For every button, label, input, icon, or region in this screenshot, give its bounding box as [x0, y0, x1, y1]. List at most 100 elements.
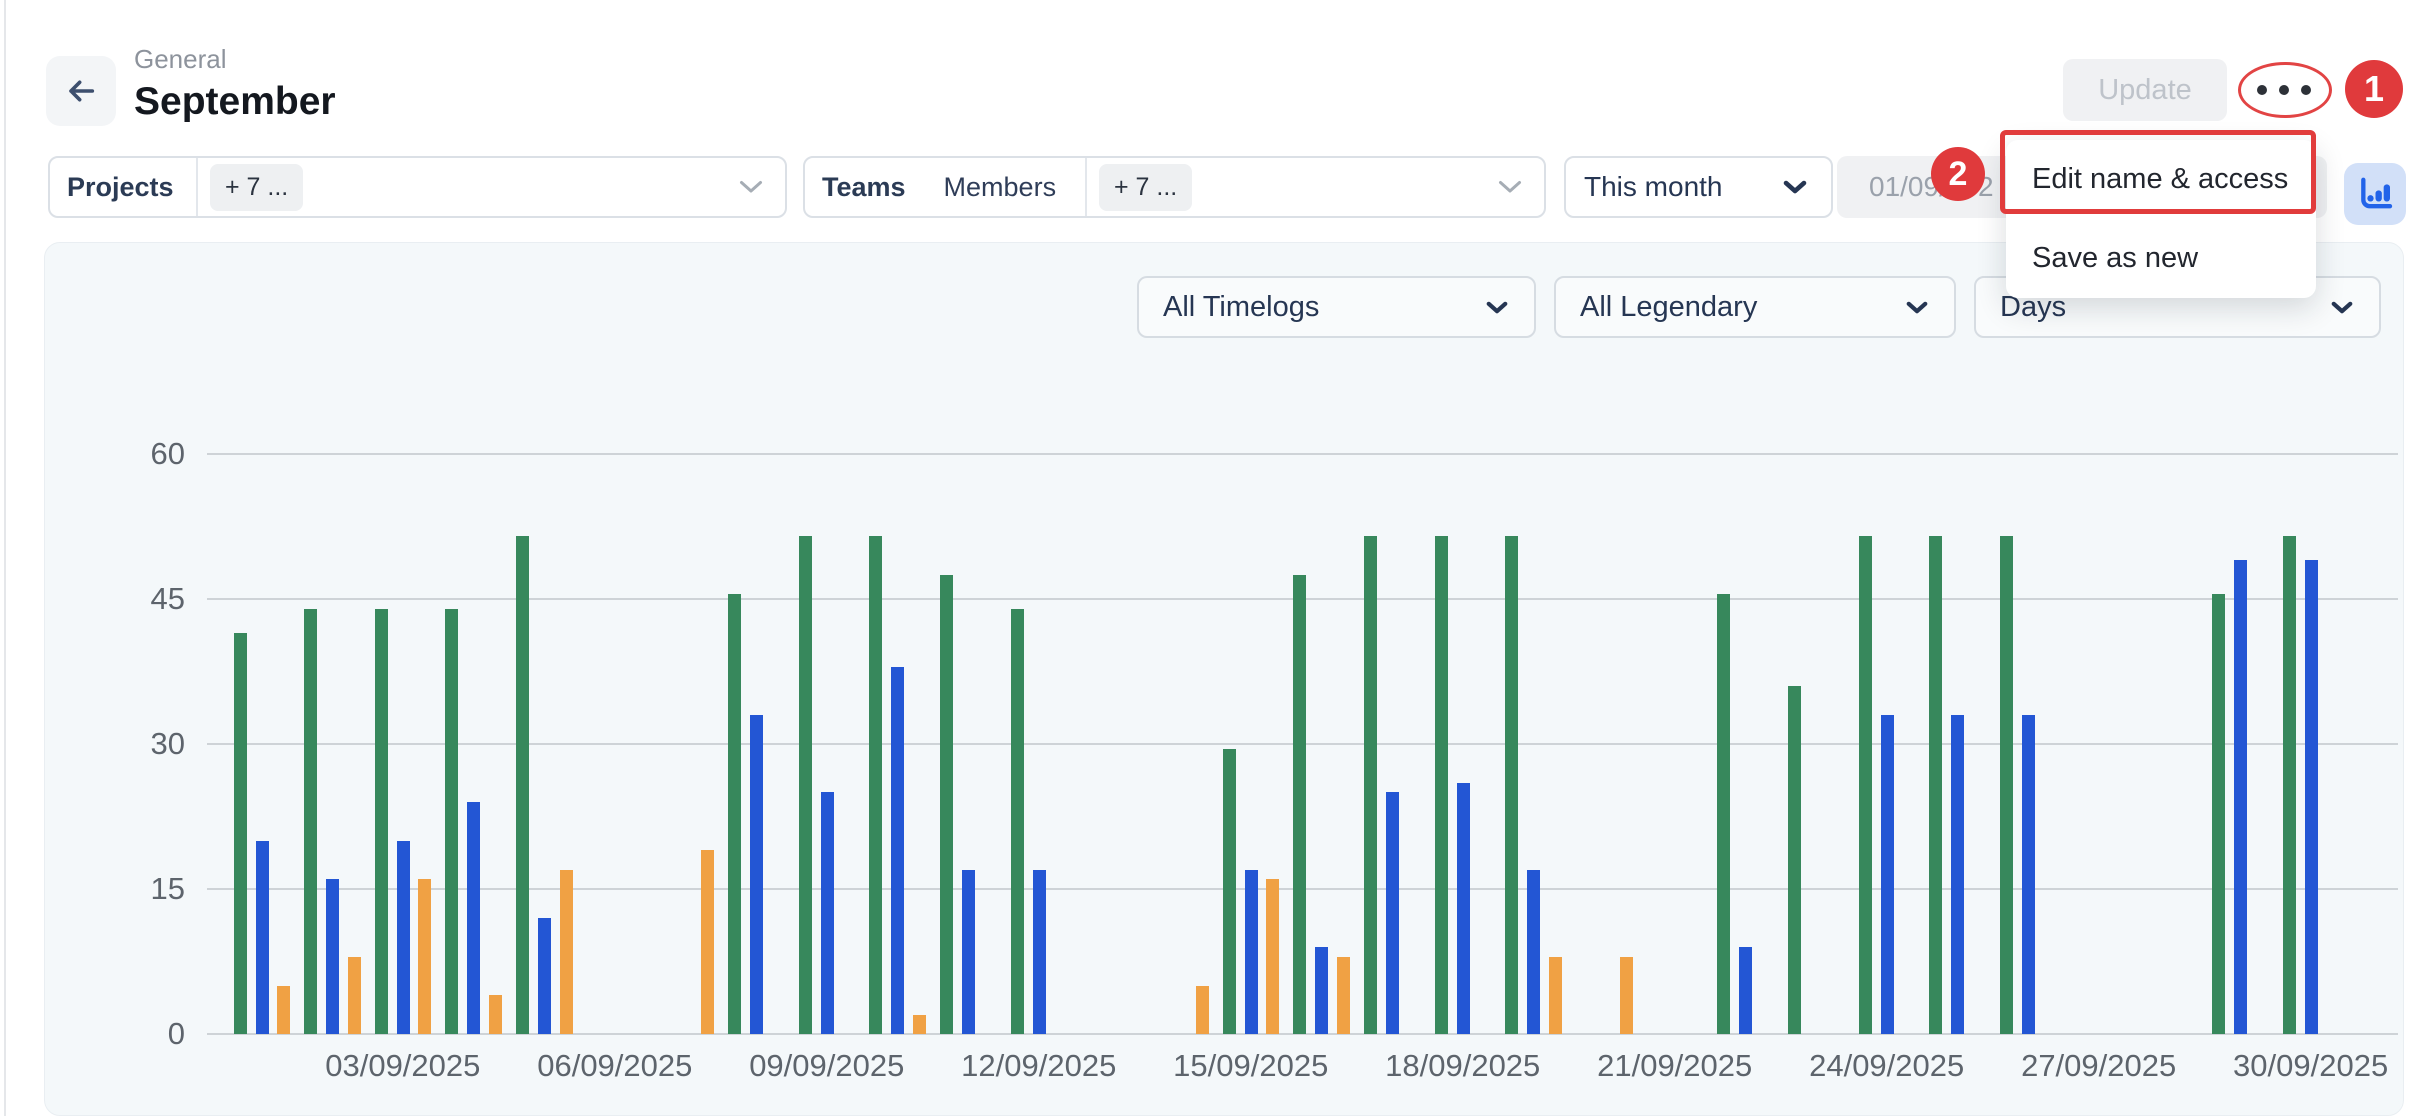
bar-blue-day-29 — [2234, 560, 2247, 1034]
bar-green-day-9 — [799, 536, 812, 1034]
chevron-down-icon — [2331, 301, 2353, 314]
bar-blue-day-2 — [326, 879, 339, 1034]
bar-blue-day-26 — [2022, 715, 2035, 1034]
plot-area: 01530456003/09/202506/09/202509/09/20251… — [207, 454, 2398, 1034]
legendary-value: All Legendary — [1580, 291, 1757, 324]
bar-green-day-3 — [375, 609, 388, 1034]
bar-blue-day-11 — [962, 870, 975, 1034]
x-axis-tick-label: 06/09/2025 — [537, 1048, 692, 1084]
field-divider — [196, 158, 198, 216]
bar-blue-day-30 — [2305, 560, 2318, 1034]
bar-orange-day-10 — [913, 1015, 926, 1034]
y-axis-tick-label: 60 — [151, 436, 185, 472]
bar-green-day-15 — [1223, 749, 1236, 1034]
teams-filter-select[interactable]: Teams Members + 7 ... — [803, 156, 1546, 218]
bar-green-day-23 — [1788, 686, 1801, 1034]
bar-green-day-1 — [234, 633, 247, 1034]
back-button[interactable] — [46, 56, 116, 126]
bar-green-day-17 — [1364, 536, 1377, 1034]
bar-green-day-4 — [445, 609, 458, 1034]
field-divider — [1085, 158, 1087, 216]
context-menu: Edit name & access Save as new — [2006, 140, 2316, 298]
chevron-down-icon — [1498, 180, 1522, 194]
x-axis-tick-label: 21/09/2025 — [1597, 1048, 1752, 1084]
teams-filter-label: Teams — [822, 172, 906, 203]
chevron-down-icon — [1906, 301, 1928, 314]
bar-orange-day-3 — [418, 879, 431, 1034]
bar-blue-day-15 — [1245, 870, 1258, 1034]
breadcrumb: General — [134, 44, 227, 75]
bar-orange-day-5 — [560, 870, 573, 1034]
ellipsis-icon — [2279, 85, 2289, 95]
annotation-step-badge-2: 2 — [1931, 147, 1985, 201]
bar-blue-day-24 — [1881, 715, 1894, 1034]
bar-green-day-26 — [2000, 536, 2013, 1034]
timelog-type-select[interactable]: All Timelogs — [1137, 276, 1536, 338]
bar-orange-day-14 — [1196, 986, 1209, 1034]
x-axis-tick-label: 24/09/2025 — [1809, 1048, 1964, 1084]
x-axis-tick-label: 09/09/2025 — [749, 1048, 904, 1084]
update-button[interactable]: Update — [2063, 59, 2227, 121]
bar-green-day-25 — [1929, 536, 1942, 1034]
chevron-down-icon — [1486, 301, 1508, 314]
annotation-step-badge-1: 1 — [2345, 60, 2403, 118]
bar-blue-day-3 — [397, 841, 410, 1034]
bar-blue-day-25 — [1951, 715, 1964, 1034]
bar-green-day-22 — [1717, 594, 1730, 1034]
bar-blue-day-18 — [1457, 783, 1470, 1034]
bar-blue-day-12 — [1033, 870, 1046, 1034]
bar-blue-day-9 — [821, 792, 834, 1034]
chevron-down-icon — [739, 180, 763, 194]
bar-chart-icon — [2355, 174, 2395, 214]
bar-blue-day-5 — [538, 918, 551, 1034]
bar-orange-day-7 — [701, 850, 714, 1034]
gridline-60 — [207, 453, 2398, 455]
x-axis-tick-label: 30/09/2025 — [2233, 1048, 2388, 1084]
bar-blue-day-1 — [256, 841, 269, 1034]
bar-blue-day-10 — [891, 667, 904, 1034]
bar-blue-day-16 — [1315, 947, 1328, 1034]
teams-members-label: Members — [944, 172, 1057, 203]
bar-orange-day-1 — [277, 986, 290, 1034]
ellipsis-icon — [2257, 85, 2267, 95]
menu-item-save-as-new[interactable]: Save as new — [2006, 219, 2316, 298]
bar-green-day-10 — [869, 536, 882, 1034]
teams-more-chip: + 7 ... — [1099, 164, 1192, 211]
y-axis-tick-label: 45 — [151, 581, 185, 617]
x-axis-tick-label: 12/09/2025 — [961, 1048, 1116, 1084]
chevron-down-icon — [1783, 180, 1807, 194]
bar-orange-day-16 — [1337, 957, 1350, 1034]
bar-green-day-8 — [728, 594, 741, 1034]
page-title: September — [134, 80, 336, 124]
projects-filter-select[interactable]: Projects + 7 ... — [48, 156, 787, 218]
bar-blue-day-17 — [1386, 792, 1399, 1034]
projects-more-chip: + 7 ... — [210, 164, 303, 211]
bar-orange-day-20 — [1620, 957, 1633, 1034]
bar-green-day-12 — [1011, 609, 1024, 1034]
bar-orange-day-19 — [1549, 957, 1562, 1034]
bar-green-day-24 — [1859, 536, 1872, 1034]
bar-blue-day-19 — [1527, 870, 1540, 1034]
timelog-type-value: All Timelogs — [1163, 291, 1319, 324]
bar-blue-day-8 — [750, 715, 763, 1034]
date-preset-value: This month — [1584, 171, 1723, 203]
projects-filter-label: Projects — [67, 172, 174, 203]
bar-green-day-2 — [304, 609, 317, 1034]
chart-view-toggle-button[interactable] — [2344, 163, 2406, 225]
arrow-left-icon — [63, 75, 99, 107]
window-edge-line — [4, 0, 6, 1116]
ellipsis-icon — [2301, 85, 2311, 95]
legendary-select[interactable]: All Legendary — [1554, 276, 1956, 338]
bar-blue-day-22 — [1739, 947, 1752, 1034]
y-axis-tick-label: 30 — [151, 726, 185, 762]
bar-green-day-18 — [1435, 536, 1448, 1034]
x-axis-tick-label: 15/09/2025 — [1173, 1048, 1328, 1084]
x-axis-tick-label: 18/09/2025 — [1385, 1048, 1540, 1084]
date-preset-select[interactable]: This month — [1564, 156, 1833, 218]
y-axis-tick-label: 0 — [168, 1016, 185, 1052]
bar-blue-day-4 — [467, 802, 480, 1034]
menu-item-edit-name-access[interactable]: Edit name & access — [2006, 140, 2316, 219]
bar-green-day-30 — [2283, 536, 2296, 1034]
bar-green-day-29 — [2212, 594, 2225, 1034]
more-menu-button[interactable] — [2248, 69, 2320, 111]
